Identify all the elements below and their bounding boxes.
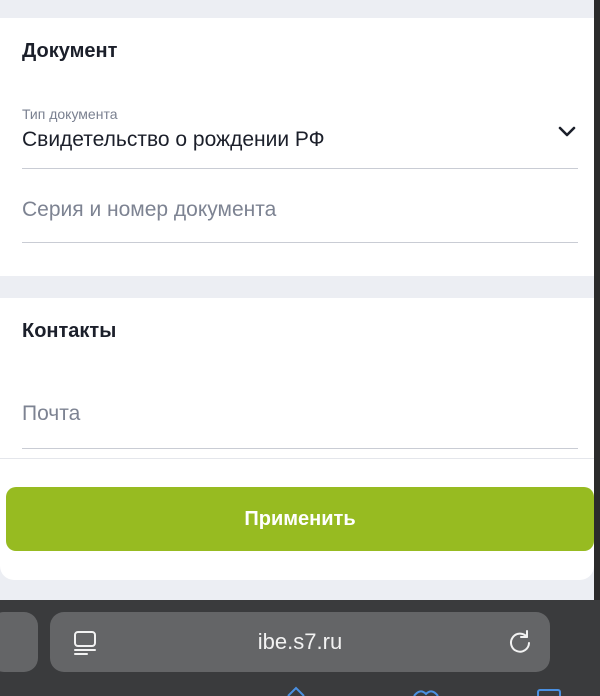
previous-tab-button[interactable] [0, 612, 38, 672]
document-type-label: Тип документа [22, 106, 118, 122]
chevron-down-icon[interactable] [556, 120, 578, 142]
apply-button[interactable]: Применить [6, 487, 594, 551]
series-number-placeholder: Серия и номер документа [22, 198, 277, 221]
top-background-strip [0, 0, 600, 18]
series-number-field[interactable]: Серия и номер документа [22, 188, 578, 243]
email-placeholder: Почта [22, 402, 81, 425]
footer-divider [0, 458, 594, 459]
scroll-edge [594, 0, 600, 600]
contacts-section-title: Контакты [22, 320, 117, 342]
document-section-title: Документ [22, 40, 118, 62]
reload-icon[interactable] [506, 628, 534, 656]
address-bar[interactable]: ibe.s7.ru [50, 612, 550, 672]
url-text: ibe.s7.ru [257, 629, 343, 654]
document-section: Документ Тип документа Свидетельство о р… [0, 18, 594, 276]
document-type-select[interactable]: Тип документа Свидетельство о рождении Р… [22, 106, 578, 169]
browser-toolbar: ibe.s7.ru [0, 600, 600, 696]
email-field[interactable]: Почта [22, 372, 578, 449]
toolbar-icons-partial [287, 686, 561, 696]
document-type-value: Свидетельство о рождении РФ [22, 128, 325, 151]
